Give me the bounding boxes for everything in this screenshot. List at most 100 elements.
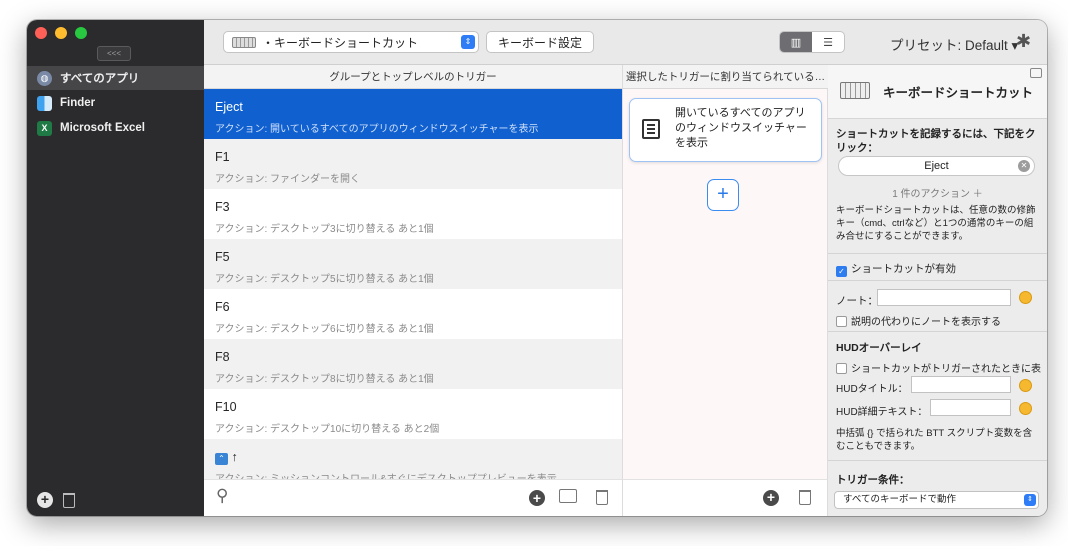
sidebar-actions: + (37, 492, 75, 508)
trigger-title: F6 (215, 300, 230, 314)
hud-detail-input[interactable] (930, 399, 1011, 416)
zoom-window-button[interactable] (75, 27, 87, 39)
divider (828, 331, 1047, 332)
keyboard-icon (232, 36, 256, 48)
trigger-action: アクション: ファインダーを開く (215, 174, 361, 185)
emoji-picker-icon[interactable] (1019, 402, 1032, 415)
note-input[interactable] (877, 289, 1011, 306)
trigger-row[interactable]: Eject アクション: 開いているすべてのアプリのウィンドウスイッチャーを表示 (204, 89, 622, 139)
action-count[interactable]: 1 件のアクション ＋ (828, 185, 1047, 200)
trigger-row[interactable]: F3 アクション: デスクトップ3に切り替える あと1個 (204, 189, 622, 239)
assigned-actions-panel: 開いているすべてのアプリのウィンドウスイッチャーを表示 + (622, 89, 828, 479)
trigger-action: アクション: ミッションコントロール&すぐにデスクトッププレビューを表示 (215, 470, 557, 479)
list-view-button[interactable]: ☰ (812, 32, 844, 52)
minimize-window-button[interactable] (55, 27, 67, 39)
view-mode-segment: ▥ ☰ (779, 31, 845, 53)
clear-shortcut-icon[interactable]: ✕ (1018, 160, 1030, 172)
chevron-updown-icon: ⇕ (461, 35, 475, 49)
config-header: キーボードショートカット (828, 65, 1047, 119)
trigger-action: アクション: デスクトップ8に切り替える あと1個 (215, 374, 434, 385)
trigger-list-footer: ⚲ + (204, 479, 622, 516)
gear-icon[interactable]: ✱ (1016, 31, 1031, 52)
conditions-select[interactable]: すべてのキーボードで動作 ⇕ (834, 491, 1039, 509)
add-action-button[interactable]: + (707, 179, 739, 211)
shortcut-description: キーボードショートカットは、任意の数の修飾キー（cmd、ctrlなど）と1つの通… (836, 205, 1036, 242)
trigger-type-select[interactable]: ・キーボードショートカット ⇕ (223, 31, 479, 53)
trigger-row[interactable]: F8 アクション: デスクトップ8に切り替える あと1個 (204, 339, 622, 389)
detach-window-icon[interactable] (1030, 68, 1042, 78)
trigger-title: F3 (215, 200, 230, 214)
trigger-action: アクション: デスクトップ3に切り替える あと1個 (215, 224, 434, 235)
hud-show-label: ショートカットがトリガーされたときに表 (851, 364, 1041, 375)
close-window-button[interactable] (35, 27, 47, 39)
triggers-column-header: グループとトップレベルのトリガー (204, 65, 622, 89)
show-note-checkbox[interactable]: 説明の代わりにノートを表示する (836, 313, 1001, 328)
collapse-sidebar-button[interactable]: <<< (97, 46, 131, 61)
assigned-actions-footer: + (622, 479, 828, 516)
window-switcher-icon (642, 119, 660, 139)
conditions-value: すべてのキーボードで動作 (843, 494, 956, 505)
preset-selector[interactable]: プリセット: Default ▾ (890, 34, 1018, 54)
add-app-button[interactable]: + (37, 492, 53, 508)
hud-title-label: HUDタイトル： (836, 384, 908, 395)
trigger-row[interactable]: F6 アクション: デスクトップ6に切り替える あと1個 (204, 289, 622, 339)
keyboard-icon (840, 82, 870, 99)
app-sidebar: <<< ◍ すべてのアプリ Finder X Microsoft Excel + (27, 20, 204, 516)
delete-action-button[interactable] (799, 490, 811, 505)
action-card[interactable]: 開いているすべてのアプリのウィンドウスイッチャーを表示 (629, 98, 822, 162)
emoji-picker-icon[interactable] (1019, 291, 1032, 304)
trigger-type-label: ・キーボードショートカット (262, 35, 419, 50)
search-icon[interactable]: ⚲ (216, 486, 228, 506)
show-note-label: 説明の代わりにノートを表示する (851, 317, 1001, 328)
trigger-title: ⌃ ↑ (215, 450, 238, 465)
conditions-heading: トリガー条件： (836, 474, 910, 486)
add-trigger-button[interactable]: + (529, 490, 545, 506)
divider (828, 253, 1047, 254)
trigger-row[interactable]: F1 アクション: ファインダーを開く (204, 139, 622, 189)
delete-app-button[interactable] (63, 492, 75, 508)
trigger-row[interactable]: ⌃ ↑ アクション: ミッションコントロール&すぐにデスクトッププレビューを表示 (204, 439, 622, 479)
enabled-label: ショートカットが有効 (851, 263, 956, 275)
sidebar-item-label: Microsoft Excel (60, 122, 145, 134)
enabled-checkbox[interactable]: ✓ ショートカットが有効 (836, 261, 956, 277)
note-label: ノート： (836, 295, 878, 307)
globe-icon: ◍ (37, 70, 52, 86)
trigger-list: Eject アクション: 開いているすべてのアプリのウィンドウスイッチャーを表示… (204, 89, 622, 479)
hud-title-input[interactable] (911, 376, 1011, 393)
excel-icon: X (37, 120, 52, 136)
action-card-label: 開いているすべてのアプリのウィンドウスイッチャーを表示 (675, 107, 807, 149)
config-title: キーボードショートカット (883, 86, 1034, 100)
sidebar-item-excel[interactable]: X Microsoft Excel (27, 116, 204, 140)
shortcut-value: Eject (924, 160, 949, 172)
sidebar-item-all-apps[interactable]: ◍ すべてのアプリ (27, 66, 204, 90)
finder-icon (37, 95, 52, 111)
trigger-title: F5 (215, 250, 230, 264)
keyboard-settings-button[interactable]: キーボード設定 (486, 31, 594, 53)
window-controls (35, 27, 87, 39)
trigger-config-panel: キーボードショートカット ショートカットを記録するには、下記をクリック： Eje… (828, 65, 1047, 516)
hud-heading: HUDオーバーレイ (836, 342, 922, 354)
toolbar: ・キーボードショートカット ⇕ キーボード設定 ▥ ☰ プリセット: Defau… (204, 20, 1047, 65)
add-action-footer-button[interactable]: + (763, 490, 779, 506)
trigger-row[interactable]: F5 アクション: デスクトップ5に切り替える あと1個 (204, 239, 622, 289)
trigger-action: アクション: 開いているすべてのアプリのウィンドウスイッチャーを表示 (215, 124, 539, 135)
trigger-row[interactable]: F10 アクション: デスクトップ10に切り替える あと2個 (204, 389, 622, 439)
trigger-action: アクション: デスクトップ10に切り替える あと2個 (215, 424, 440, 435)
bttvar-note: 中括弧 {} で括られた BTT スクリプト変数を含むこともできます。 (836, 428, 1033, 452)
emoji-picker-icon[interactable] (1019, 379, 1032, 392)
column-view-button[interactable]: ▥ (780, 32, 812, 52)
new-group-icon[interactable] (559, 489, 577, 503)
record-prompt: ショートカットを記録するには、下記をクリック： (836, 128, 1036, 154)
delete-trigger-button[interactable] (596, 490, 608, 505)
divider (828, 280, 1047, 281)
hud-show-checkbox[interactable]: ショートカットがトリガーされたときに表 (836, 360, 1047, 375)
trigger-action: アクション: デスクトップ6に切り替える あと1個 (215, 324, 434, 335)
sidebar-item-finder[interactable]: Finder (27, 91, 204, 115)
divider (828, 460, 1047, 461)
mission-control-key-icon: ⌃ (215, 453, 228, 465)
trigger-title: F8 (215, 350, 230, 364)
chevron-updown-icon: ⇕ (1024, 494, 1036, 506)
trigger-title: F10 (215, 400, 237, 414)
sidebar-item-label: Finder (60, 97, 96, 109)
shortcut-recorder[interactable]: Eject ✕ (838, 156, 1035, 176)
